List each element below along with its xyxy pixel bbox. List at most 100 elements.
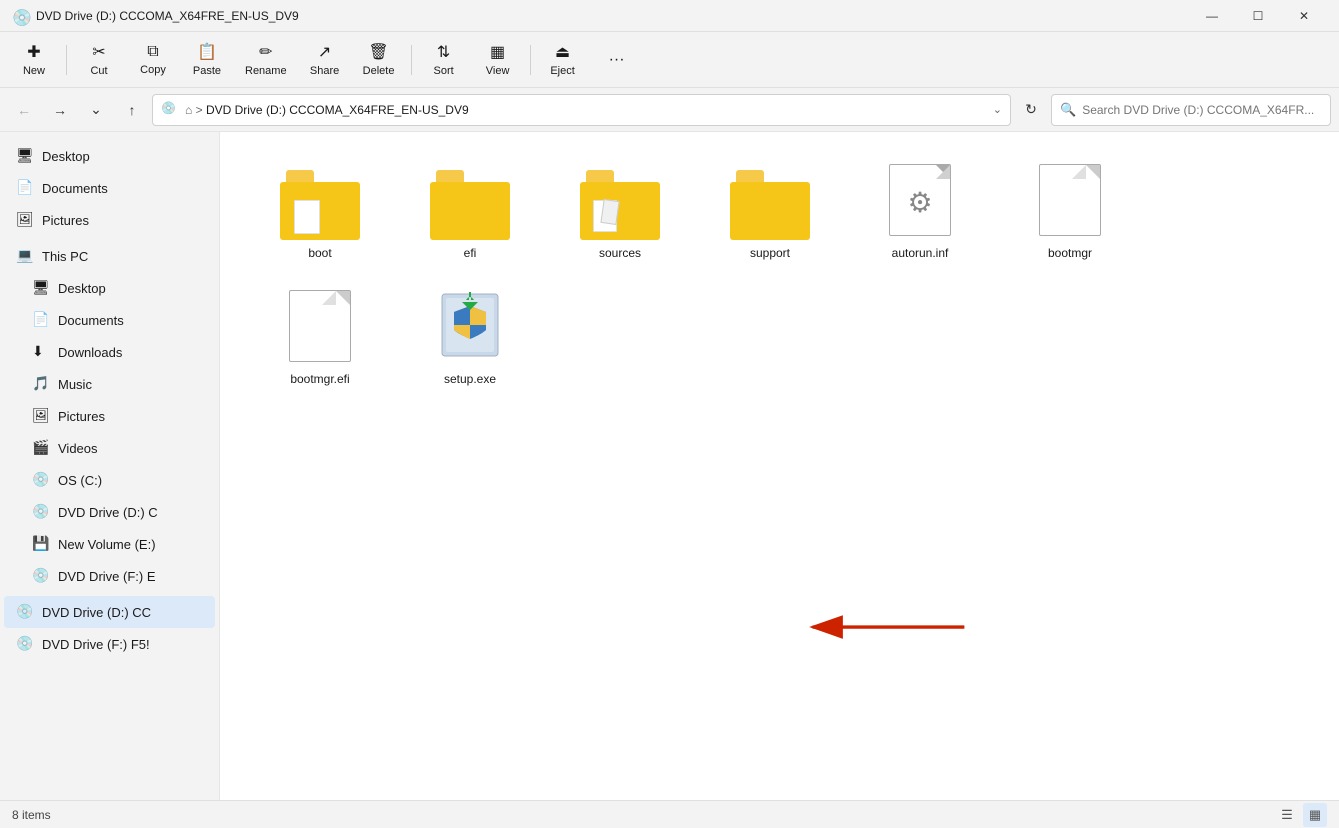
toolbar-separator-2 [411, 45, 412, 75]
sort-icon: ⇅ [437, 42, 450, 62]
breadcrumb-home[interactable]: ⌂ [185, 103, 192, 117]
address-bar-path: ⌂ > DVD Drive (D:) CCCOMA_X64FRE_EN-US_D… [185, 103, 989, 117]
search-box[interactable]: 🔍 [1051, 94, 1331, 126]
documents-icon: 📄 [16, 179, 34, 197]
breadcrumb-current: DVD Drive (D:) CCCOMA_X64FRE_EN-US_DV9 [206, 103, 469, 117]
efi-label: efi [464, 246, 477, 260]
sidebar-label-pictures-qa: Pictures [42, 213, 89, 228]
toolbar-separator-1 [66, 45, 67, 75]
eject-icon: ⏏ [555, 42, 570, 62]
setup-shield-svg [440, 292, 500, 360]
sidebar-item-desktop-qa[interactable]: 🖥 Desktop [4, 140, 215, 172]
title-bar-controls: — ☐ ✕ [1189, 0, 1327, 32]
back-button[interactable]: ← [8, 94, 40, 126]
sidebar-label-dvd-f: DVD Drive (F:) E [58, 569, 156, 584]
more-button[interactable]: ··· [591, 36, 643, 84]
file-item-sources[interactable]: sources [550, 152, 690, 268]
file-item-bootmgrefi[interactable]: bootmgr.efi [250, 278, 390, 394]
sidebar-item-volume-e[interactable]: 💾 New Volume (E:) [4, 528, 215, 560]
sidebar-item-dvd-f-bottom[interactable]: 💿 DVD Drive (F:) F5! [4, 628, 215, 660]
pictures-icon: 🖼 [16, 211, 34, 229]
eject-button[interactable]: ⏏ Eject [537, 36, 589, 84]
sidebar-label-dvd-d: DVD Drive (D:) C [58, 505, 158, 520]
file-item-boot[interactable]: boot [250, 152, 390, 268]
file-item-setup[interactable]: setup.exe [400, 278, 540, 394]
pictures-pc-icon: 🖼 [32, 407, 50, 425]
sidebar-item-music-pc[interactable]: 🎵 Music [4, 368, 215, 400]
main-layout: 🖥 Desktop 📄 Documents 🖼 Pictures 💻 This … [0, 132, 1339, 800]
list-view-button[interactable]: ☰ [1275, 803, 1299, 827]
minimize-button[interactable]: — [1189, 0, 1235, 32]
dvd-f-icon: 💿 [32, 567, 50, 585]
sidebar-item-documents-pc[interactable]: 📄 Documents [4, 304, 215, 336]
status-bar-right: ☰ ▦ [1275, 803, 1327, 827]
file-item-support[interactable]: support [700, 152, 840, 268]
forward-button[interactable]: → [44, 94, 76, 126]
up-button[interactable]: ↑ [116, 94, 148, 126]
sidebar-label-documents-qa: Documents [42, 181, 108, 196]
status-bar: 8 items ☰ ▦ [0, 800, 1339, 828]
sidebar-item-this-pc[interactable]: 💻 This PC [4, 240, 215, 272]
dvd-d-active-icon: 💿 [16, 603, 34, 621]
rename-icon: ✏ [259, 42, 272, 62]
sidebar-label-desktop-qa: Desktop [42, 149, 90, 164]
file-item-efi[interactable]: efi [400, 152, 540, 268]
sidebar-label-os-c: OS (C:) [58, 473, 102, 488]
sort-label: Sort [433, 65, 453, 77]
address-row: ← → ⌄ ↑ 💿 ⌂ > DVD Drive (D:) CCCOMA_X64F… [0, 88, 1339, 132]
sidebar-item-os-c[interactable]: 💿 OS (C:) [4, 464, 215, 496]
share-label: Share [310, 65, 339, 77]
paste-button[interactable]: 📋 Paste [181, 36, 233, 84]
sidebar-item-dvd-d-active[interactable]: 💿 DVD Drive (D:) CC [4, 596, 215, 628]
grid-view-button[interactable]: ▦ [1303, 803, 1327, 827]
toolbar-separator-3 [530, 45, 531, 75]
sources-label: sources [599, 246, 641, 260]
toolbar: ✚ New ✂ Cut ⧉ Copy 📋 Paste ✏ Rename ↗ Sh… [0, 32, 1339, 88]
sidebar-label-downloads: Downloads [58, 345, 122, 360]
search-icon: 🔍 [1060, 102, 1076, 118]
file-item-autorun[interactable]: ⚙ autorun.inf [850, 152, 990, 268]
eject-label: Eject [550, 65, 574, 77]
copy-button[interactable]: ⧉ Copy [127, 36, 179, 84]
sidebar-item-pictures-pc[interactable]: 🖼 Pictures [4, 400, 215, 432]
sidebar-label-pictures-pc: Pictures [58, 409, 105, 424]
file-item-bootmgr[interactable]: bootmgr [1000, 152, 1140, 268]
sort-button[interactable]: ⇅ Sort [418, 36, 470, 84]
sidebar-label-thispc: This PC [42, 249, 88, 264]
copy-label: Copy [140, 64, 166, 76]
downloads-icon: ⬇ [32, 343, 50, 361]
new-button[interactable]: ✚ New [8, 36, 60, 84]
cut-button[interactable]: ✂ Cut [73, 36, 125, 84]
sidebar-item-downloads-pc[interactable]: ⬇ Downloads [4, 336, 215, 368]
gear-icon: ⚙ [907, 186, 932, 219]
sidebar-label-dvd-d-active: DVD Drive (D:) CC [42, 605, 151, 620]
thispc-icon: 💻 [16, 247, 34, 265]
address-bar[interactable]: 💿 ⌂ > DVD Drive (D:) CCCOMA_X64FRE_EN-US… [152, 94, 1011, 126]
sidebar-item-pictures-qa[interactable]: 🖼 Pictures [4, 204, 215, 236]
sidebar-item-dvd-d[interactable]: 💿 DVD Drive (D:) C [4, 496, 215, 528]
rename-button[interactable]: ✏ Rename [235, 36, 297, 84]
delete-label: Delete [363, 65, 395, 77]
sidebar-item-documents-qa[interactable]: 📄 Documents [4, 172, 215, 204]
boot-label: boot [308, 246, 331, 260]
sidebar-item-dvd-f[interactable]: 💿 DVD Drive (F:) E [4, 560, 215, 592]
address-chevron: ⌄ [993, 103, 1002, 116]
share-button[interactable]: ↗ Share [299, 36, 351, 84]
more-icon: ··· [609, 51, 625, 69]
sidebar-label-desktop-pc: Desktop [58, 281, 106, 296]
refresh-button[interactable]: ↻ [1015, 94, 1047, 126]
delete-button[interactable]: 🗑 Delete [353, 36, 405, 84]
autorun-label: autorun.inf [892, 246, 949, 260]
recent-button[interactable]: ⌄ [80, 94, 112, 126]
bootmgrefi-file-icon [280, 286, 360, 366]
cut-icon: ✂ [92, 42, 105, 62]
boot-folder-icon [280, 160, 360, 240]
sidebar-item-videos-pc[interactable]: 🎬 Videos [4, 432, 215, 464]
sidebar-item-desktop-pc[interactable]: 🖥 Desktop [4, 272, 215, 304]
view-button[interactable]: ▦ View [472, 36, 524, 84]
desktop-icon: 🖥 [16, 147, 34, 165]
close-button[interactable]: ✕ [1281, 0, 1327, 32]
search-input[interactable] [1082, 103, 1322, 117]
maximize-button[interactable]: ☐ [1235, 0, 1281, 32]
sidebar-label-dvd-f-bottom: DVD Drive (F:) F5! [42, 637, 150, 652]
